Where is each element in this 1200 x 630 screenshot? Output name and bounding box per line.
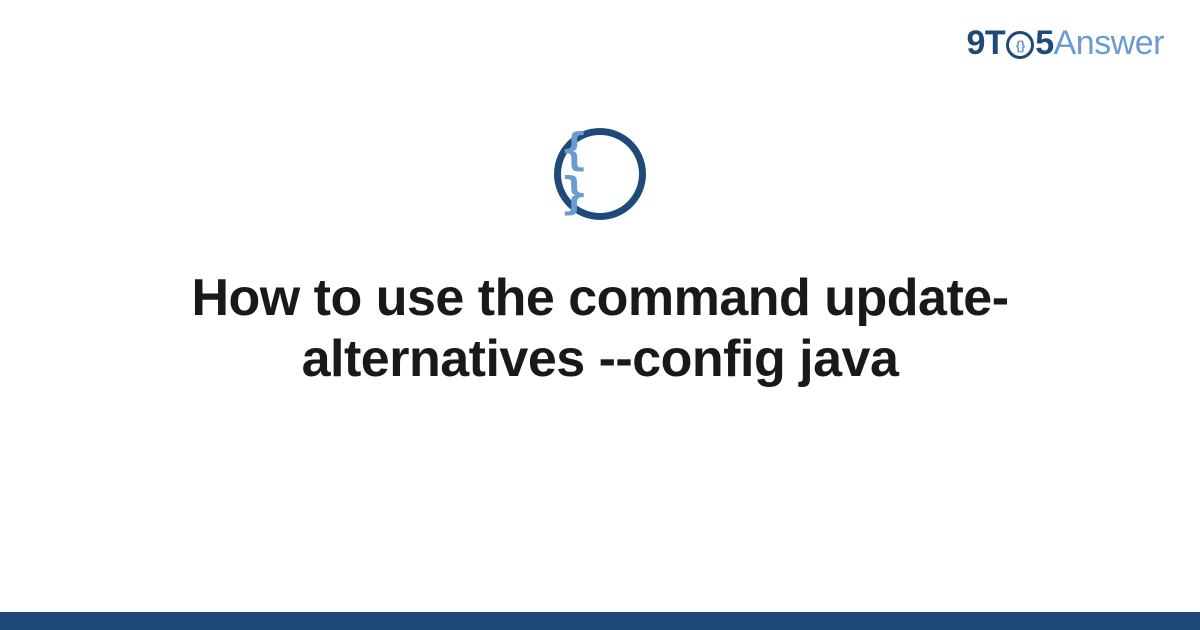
logo-braces-icon: {}	[1016, 39, 1025, 52]
logo-digit-5: 5	[1035, 24, 1053, 62]
logo-digit-9: 9	[967, 24, 985, 62]
code-badge-icon: { }	[554, 128, 646, 220]
logo-o-icon: {}	[1006, 31, 1034, 59]
logo-letter-t: T	[985, 24, 1005, 62]
footer-bar	[0, 612, 1200, 630]
braces-icon: { }	[561, 128, 639, 216]
logo-ring-icon: {}	[1006, 31, 1034, 59]
logo-word-answer: Answer	[1054, 24, 1164, 62]
main-content: { } How to use the command update-altern…	[0, 128, 1200, 391]
site-logo: 9T {} 5Answer	[967, 24, 1165, 63]
page-title: How to use the command update-alternativ…	[100, 268, 1100, 391]
